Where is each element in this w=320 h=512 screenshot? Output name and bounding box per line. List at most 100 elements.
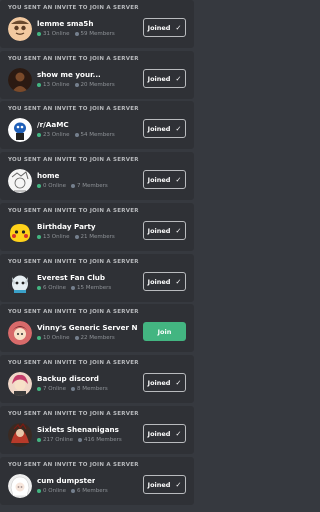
server-name[interactable]: lemme sma5h xyxy=(37,19,93,28)
members-dot-icon xyxy=(74,133,79,137)
invite-header: YOU SENT AN INVITE TO JOIN A SERVER xyxy=(8,56,139,62)
members-dot-icon xyxy=(74,32,79,36)
member-count: 59 Members xyxy=(80,31,115,37)
online-count: 31 Online xyxy=(43,31,70,37)
checkmark-icon: ✓ xyxy=(175,23,182,32)
joined-button[interactable]: Joined ✓ xyxy=(143,18,186,37)
joined-button[interactable]: Joined ✓ xyxy=(143,424,186,443)
online-count: 217 Online xyxy=(43,437,73,443)
checkmark-icon: ✓ xyxy=(175,124,182,133)
joined-button[interactable]: Joined ✓ xyxy=(143,119,186,138)
dark-figure-avatar[interactable] xyxy=(8,68,32,92)
invite-card: YOU SENT AN INVITE TO JOIN A SERVER/r/Aa… xyxy=(0,101,194,149)
invite-card: YOU SENT AN INVITE TO JOIN A SERVER lemme… xyxy=(0,0,194,48)
server-name[interactable]: show me your... xyxy=(37,70,101,79)
server-name[interactable]: /r/AaMC xyxy=(37,120,69,129)
server-name[interactable]: home xyxy=(37,171,59,180)
server-name[interactable]: Birthday Party xyxy=(37,222,96,231)
online-dot-icon xyxy=(37,336,41,340)
online-dot-icon xyxy=(37,438,41,442)
invite-list: YOU SENT AN INVITE TO JOIN A SERVER lemme… xyxy=(0,0,194,512)
button-label: Joined xyxy=(147,74,171,83)
invite-header: YOU SENT AN INVITE TO JOIN A SERVER xyxy=(8,309,139,315)
invite-card: YOU SENT AN INVITE TO JOIN A SERVER Birth… xyxy=(0,203,194,251)
online-count: 10 Online xyxy=(43,335,70,341)
server-name[interactable]: cum dumpster xyxy=(37,476,95,485)
online-count: 13 Online xyxy=(43,82,70,88)
invite-header: YOU SENT AN INVITE TO JOIN A SERVER xyxy=(8,360,139,366)
member-count: 15 Members xyxy=(77,285,112,291)
server-stats: 0 Online 7 Members xyxy=(37,183,108,189)
server-name[interactable]: Everest Fan Club xyxy=(37,273,105,282)
manga-sketch-avatar[interactable] xyxy=(8,169,32,193)
server-stats: 13 Online 20 Members xyxy=(37,82,115,88)
online-count: 0 Online xyxy=(43,183,66,189)
yellow-creature-avatar[interactable] xyxy=(8,220,32,244)
button-label: Joined xyxy=(147,23,171,32)
button-label: Joined xyxy=(147,429,171,438)
member-count: 21 Members xyxy=(80,234,115,240)
invite-card: YOU SENT AN INVITE TO JOIN A SERVER show … xyxy=(0,51,194,99)
online-count: 0 Online xyxy=(43,488,66,494)
red-character-avatar[interactable] xyxy=(8,423,32,447)
online-dot-icon xyxy=(37,184,41,188)
members-dot-icon xyxy=(74,235,79,239)
button-label: Joined xyxy=(147,124,171,133)
pink-character-avatar[interactable] xyxy=(8,372,32,396)
online-count: 7 Online xyxy=(43,386,66,392)
server-stats: 23 Online 54 Members xyxy=(37,132,115,138)
checkmark-icon: ✓ xyxy=(175,74,182,83)
online-dot-icon xyxy=(37,83,41,87)
checkmark-icon: ✓ xyxy=(175,226,182,235)
invite-card: YOU SENT AN INVITE TO JOIN A SERVER home 0… xyxy=(0,152,194,200)
white-hair-avatar[interactable] xyxy=(8,474,32,498)
online-dot-icon xyxy=(37,387,41,391)
server-stats: 7 Online 8 Members xyxy=(37,386,108,392)
member-count: 54 Members xyxy=(80,132,115,138)
invite-card: YOU SENT AN INVITE TO JOIN A SERVER Sixle… xyxy=(0,406,194,454)
invite-header: YOU SENT AN INVITE TO JOIN A SERVER xyxy=(8,462,139,468)
button-label: Joined xyxy=(147,175,171,184)
member-count: 22 Members xyxy=(80,335,115,341)
cartoon-face-avatar[interactable] xyxy=(8,17,32,41)
member-count: 416 Members xyxy=(84,437,122,443)
anime-character-avatar[interactable] xyxy=(8,321,32,345)
server-stats: 31 Online 59 Members xyxy=(37,31,115,37)
white-dog-avatar[interactable] xyxy=(8,271,32,295)
server-stats: 13 Online 21 Members xyxy=(37,234,115,240)
checkmark-icon: ✓ xyxy=(175,429,182,438)
server-stats: 0 Online 6 Members xyxy=(37,488,108,494)
member-count: 6 Members xyxy=(77,488,108,494)
server-name[interactable]: Vinny's Generic Server Name xyxy=(37,323,137,332)
chat-view: YOU SENT AN INVITE TO JOIN A SERVER lemme… xyxy=(0,0,314,512)
invite-header: YOU SENT AN INVITE TO JOIN A SERVER xyxy=(8,259,139,265)
online-dot-icon xyxy=(37,235,41,239)
members-dot-icon xyxy=(71,489,75,493)
button-label: Joined xyxy=(147,378,171,387)
member-count: 8 Members xyxy=(77,386,108,392)
invite-header: YOU SENT AN INVITE TO JOIN A SERVER xyxy=(8,157,139,163)
button-label: Joined xyxy=(147,480,171,489)
online-dot-icon xyxy=(37,286,41,290)
members-dot-icon xyxy=(74,336,79,340)
mascot-avatar[interactable] xyxy=(8,118,32,142)
join-button[interactable]: Join xyxy=(143,322,186,341)
online-dot-icon xyxy=(37,133,41,137)
online-count: 23 Online xyxy=(43,132,70,138)
invite-header: YOU SENT AN INVITE TO JOIN A SERVER xyxy=(8,106,139,112)
checkmark-icon: ✓ xyxy=(175,480,182,489)
server-stats: 217 Online 416 Members xyxy=(37,437,122,443)
button-label: Joined xyxy=(147,226,171,235)
invite-header: YOU SENT AN INVITE TO JOIN A SERVER xyxy=(8,5,139,11)
server-name[interactable]: Backup discord xyxy=(37,374,99,383)
joined-button[interactable]: Joined ✓ xyxy=(143,475,186,494)
server-name[interactable]: Sixlets Shenanigans xyxy=(37,425,119,434)
joined-button[interactable]: Joined ✓ xyxy=(143,69,186,88)
online-dot-icon xyxy=(37,32,41,36)
checkmark-icon: ✓ xyxy=(175,277,182,286)
invite-header: YOU SENT AN INVITE TO JOIN A SERVER xyxy=(8,208,139,214)
joined-button[interactable]: Joined ✓ xyxy=(143,170,186,189)
joined-button[interactable]: Joined ✓ xyxy=(143,221,186,240)
joined-button[interactable]: Joined ✓ xyxy=(143,373,186,392)
joined-button[interactable]: Joined ✓ xyxy=(143,272,186,291)
